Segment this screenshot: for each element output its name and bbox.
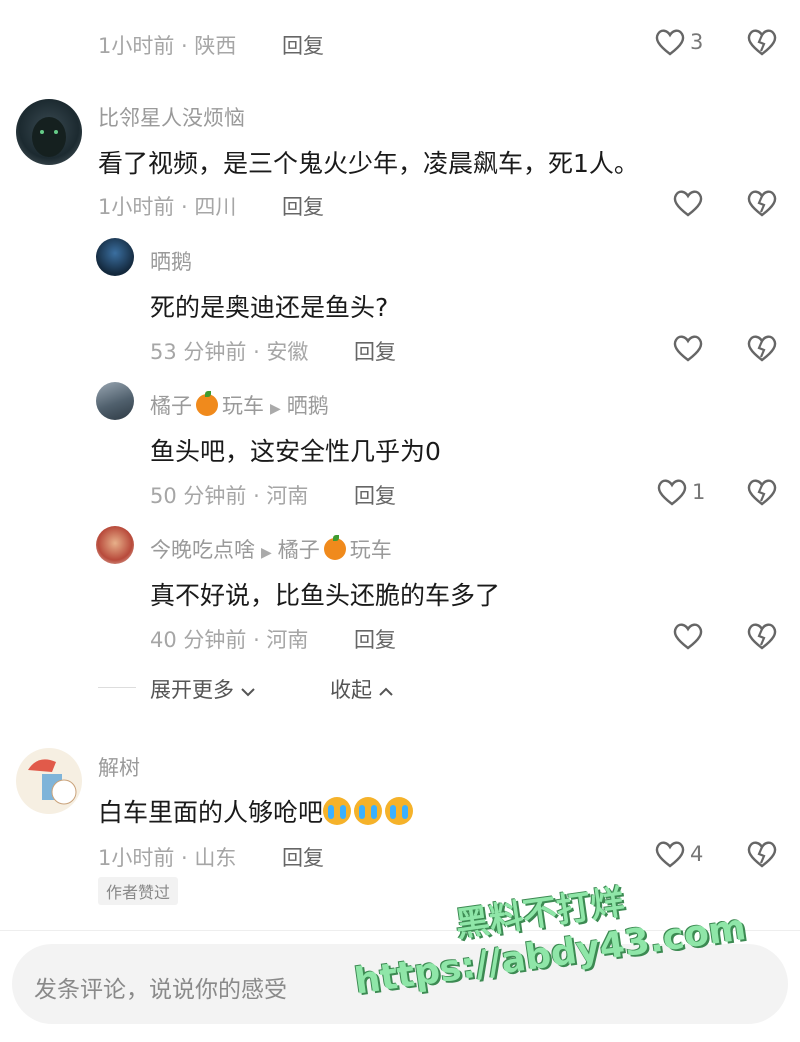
reply-button[interactable]: 回复 bbox=[354, 624, 396, 654]
reply-arrow-icon: ▶ bbox=[261, 545, 272, 561]
chevron-down-icon bbox=[240, 678, 255, 702]
collapse-label: 收起 bbox=[330, 678, 372, 702]
expand-more-button[interactable]: 展开更多 bbox=[150, 674, 255, 704]
like-button[interactable]: 4 bbox=[654, 839, 703, 869]
comment-meta: 1小时前 · 四川 bbox=[98, 195, 237, 219]
comment-text: 死的是奥迪还是鱼头? bbox=[150, 293, 389, 322]
broken-heart-icon bbox=[746, 188, 778, 218]
broken-heart-icon bbox=[746, 333, 778, 363]
heart-icon bbox=[656, 477, 688, 507]
reply-button[interactable]: 回复 bbox=[282, 191, 324, 221]
dislike-button[interactable] bbox=[746, 333, 778, 363]
avatar[interactable] bbox=[96, 526, 134, 564]
comment-text: 真不好说，比鱼头还脆的车多了 bbox=[150, 581, 501, 610]
reply-to-username[interactable]: 橘子 bbox=[278, 538, 320, 562]
comment-text: 看了视频，是三个鬼火少年，凌晨飙车，死1人。 bbox=[98, 149, 639, 178]
username[interactable]: 晒鹅 bbox=[150, 246, 192, 276]
like-button[interactable]: 3 bbox=[654, 27, 703, 57]
comment-text: 鱼头吧，这安全性几乎为0 bbox=[150, 437, 441, 466]
reply-button[interactable]: 回复 bbox=[354, 480, 396, 510]
like-button[interactable] bbox=[672, 621, 704, 651]
broken-heart-icon bbox=[746, 27, 778, 57]
dislike-button[interactable] bbox=[746, 621, 778, 651]
like-count: 4 bbox=[690, 842, 704, 866]
crying-face-icon bbox=[323, 797, 352, 825]
comment-meta: 53 分钟前 · 安徽 bbox=[150, 340, 309, 364]
author-liked-badge: 作者赞过 bbox=[98, 877, 179, 905]
comment-meta: 50 分钟前 · 河南 bbox=[150, 484, 309, 508]
avatar[interactable] bbox=[96, 382, 134, 420]
comment-meta: 1小时前 · 陕西 bbox=[98, 34, 237, 58]
comment-meta: 40 分钟前 · 河南 bbox=[150, 628, 309, 652]
dislike-button[interactable] bbox=[746, 188, 778, 218]
reply-arrow-icon: ▶ bbox=[270, 401, 281, 417]
username[interactable]: 橘子 bbox=[150, 394, 192, 418]
heart-icon bbox=[654, 839, 686, 869]
heart-icon bbox=[672, 333, 704, 363]
dislike-button[interactable] bbox=[746, 839, 778, 869]
broken-heart-icon bbox=[746, 477, 778, 507]
crying-face-icon bbox=[354, 797, 383, 825]
reply-button[interactable]: 回复 bbox=[354, 336, 396, 366]
thread-divider bbox=[98, 687, 136, 688]
expand-more-label: 展开更多 bbox=[150, 678, 234, 702]
broken-heart-icon bbox=[746, 839, 778, 869]
broken-heart-icon bbox=[746, 621, 778, 651]
heart-icon bbox=[672, 621, 704, 651]
username[interactable]: 解树 bbox=[98, 752, 140, 782]
like-count: 1 bbox=[692, 480, 706, 504]
username[interactable]: 比邻星人没烦恼 bbox=[98, 102, 245, 132]
comment-text-body: 白车里面的人够呛吧 bbox=[98, 798, 324, 827]
comment-input-placeholder: 发条评论，说说你的感受 bbox=[34, 977, 287, 1003]
chevron-up-icon bbox=[378, 678, 393, 702]
crying-face-icon bbox=[385, 797, 414, 825]
avatar[interactable] bbox=[16, 748, 82, 814]
reply-button[interactable]: 回复 bbox=[282, 30, 324, 60]
dislike-button[interactable] bbox=[746, 477, 778, 507]
comment-text: 白车里面的人够呛吧 bbox=[98, 793, 416, 829]
orange-icon bbox=[323, 535, 346, 560]
reply-header: 橘子 玩车 ▶ 晒鹅 bbox=[150, 390, 329, 420]
reply-to-username[interactable]: 晒鹅 bbox=[287, 394, 329, 418]
like-count: 3 bbox=[690, 30, 704, 54]
heart-icon bbox=[672, 188, 704, 218]
username-suffix: 玩车 bbox=[222, 394, 264, 418]
username-suffix: 玩车 bbox=[349, 538, 392, 562]
reply-button[interactable]: 回复 bbox=[282, 842, 324, 872]
comment-meta: 1小时前 · 山东 bbox=[98, 846, 237, 870]
like-button[interactable] bbox=[672, 333, 704, 363]
dislike-button[interactable] bbox=[746, 27, 778, 57]
username[interactable]: 今晚吃点啥 bbox=[150, 538, 255, 562]
like-button[interactable]: 1 bbox=[656, 477, 705, 507]
avatar[interactable] bbox=[16, 99, 82, 165]
avatar[interactable] bbox=[96, 238, 134, 276]
reply-header: 今晚吃点啥 ▶ 橘子 玩车 bbox=[150, 534, 392, 564]
collapse-button[interactable]: 收起 bbox=[330, 674, 393, 704]
like-button[interactable] bbox=[672, 188, 704, 218]
orange-icon bbox=[196, 391, 218, 416]
heart-icon bbox=[654, 27, 686, 57]
